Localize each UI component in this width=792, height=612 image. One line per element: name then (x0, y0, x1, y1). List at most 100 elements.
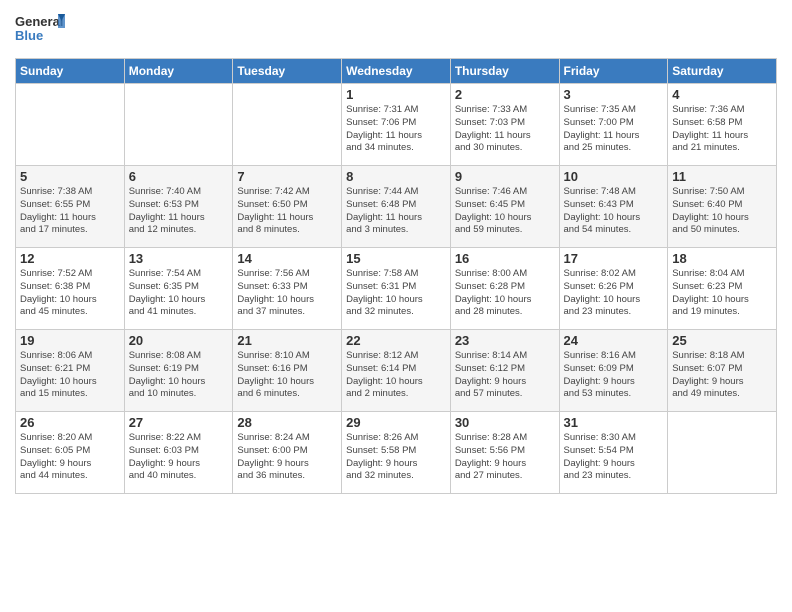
day-number: 18 (672, 251, 772, 266)
day-info: Sunrise: 8:10 AM Sunset: 6:16 PM Dayligh… (237, 350, 337, 401)
calendar-cell: 9 Sunrise: 7:46 AM Sunset: 6:45 PM Daylig… (450, 166, 559, 248)
logo: General Blue (15, 10, 65, 50)
day-info: Sunrise: 7:31 AM Sunset: 7:06 PM Dayligh… (346, 104, 446, 155)
day-number: 5 (20, 169, 120, 184)
day-number: 17 (564, 251, 664, 266)
calendar-cell: 8 Sunrise: 7:44 AM Sunset: 6:48 PM Daylig… (342, 166, 451, 248)
svg-text:General: General (15, 14, 63, 29)
day-info: Sunrise: 7:35 AM Sunset: 7:00 PM Dayligh… (564, 104, 664, 155)
calendar-cell: 22 Sunrise: 8:12 AM Sunset: 6:14 PM Dayli… (342, 330, 451, 412)
calendar-cell: 23 Sunrise: 8:14 AM Sunset: 6:12 PM Dayli… (450, 330, 559, 412)
calendar-cell: 7Sunrise: 7:42 AM Sunset: 6:50 PM Daylig… (233, 166, 342, 248)
weekday-header-saturday: Saturday (668, 59, 777, 84)
day-info: Sunrise: 7:44 AM Sunset: 6:48 PM Dayligh… (346, 186, 446, 237)
weekday-header-thursday: Thursday (450, 59, 559, 84)
day-info: Sunrise: 8:26 AM Sunset: 5:58 PM Dayligh… (346, 432, 446, 483)
day-number: 31 (564, 415, 664, 430)
calendar-cell: 16 Sunrise: 8:00 AM Sunset: 6:28 PM Dayli… (450, 248, 559, 330)
calendar-cell: 28 Sunrise: 8:24 AM Sunset: 6:00 PM Dayli… (233, 412, 342, 494)
day-number: 13 (129, 251, 229, 266)
day-number: 14 (237, 251, 337, 266)
calendar-cell: 24Sunrise: 8:16 AM Sunset: 6:09 PM Dayli… (559, 330, 668, 412)
day-number: 8 (346, 169, 446, 184)
day-number: 23 (455, 333, 555, 348)
calendar-cell: 15Sunrise: 7:58 AM Sunset: 6:31 PM Dayli… (342, 248, 451, 330)
logo-svg: General Blue (15, 10, 65, 50)
calendar-week-3: 12 Sunrise: 7:52 AM Sunset: 6:38 PM Dayli… (16, 248, 777, 330)
calendar-cell: 2 Sunrise: 7:33 AM Sunset: 7:03 PM Daylig… (450, 84, 559, 166)
calendar-cell: 13 Sunrise: 7:54 AM Sunset: 6:35 PM Dayli… (124, 248, 233, 330)
calendar-cell: 3 Sunrise: 7:35 AM Sunset: 7:00 PM Daylig… (559, 84, 668, 166)
day-number: 6 (129, 169, 229, 184)
day-info: Sunrise: 7:42 AM Sunset: 6:50 PM Dayligh… (237, 186, 337, 237)
calendar-cell: 18 Sunrise: 8:04 AM Sunset: 6:23 PM Dayli… (668, 248, 777, 330)
day-info: Sunrise: 7:36 AM Sunset: 6:58 PM Dayligh… (672, 104, 772, 155)
day-number: 16 (455, 251, 555, 266)
calendar-cell: 11 Sunrise: 7:50 AM Sunset: 6:40 PM Dayli… (668, 166, 777, 248)
calendar-cell: 29 Sunrise: 8:26 AM Sunset: 5:58 PM Dayli… (342, 412, 451, 494)
day-number: 19 (20, 333, 120, 348)
day-info: Sunrise: 8:12 AM Sunset: 6:14 PM Dayligh… (346, 350, 446, 401)
day-number: 28 (237, 415, 337, 430)
header: General Blue (15, 10, 777, 50)
day-number: 25 (672, 333, 772, 348)
calendar-cell: 19Sunrise: 8:06 AM Sunset: 6:21 PM Dayli… (16, 330, 125, 412)
day-number: 9 (455, 169, 555, 184)
calendar-cell: 27 Sunrise: 8:22 AM Sunset: 6:03 PM Dayli… (124, 412, 233, 494)
calendar-cell: 31 Sunrise: 8:30 AM Sunset: 5:54 PM Dayli… (559, 412, 668, 494)
calendar-cell: 26 Sunrise: 8:20 AM Sunset: 6:05 PM Dayli… (16, 412, 125, 494)
day-number: 21 (237, 333, 337, 348)
calendar-week-5: 26 Sunrise: 8:20 AM Sunset: 6:05 PM Dayli… (16, 412, 777, 494)
day-info: Sunrise: 7:56 AM Sunset: 6:33 PM Dayligh… (237, 268, 337, 319)
day-info: Sunrise: 8:00 AM Sunset: 6:28 PM Dayligh… (455, 268, 555, 319)
day-number: 20 (129, 333, 229, 348)
day-number: 22 (346, 333, 446, 348)
calendar-cell: 4Sunrise: 7:36 AM Sunset: 6:58 PM Daylig… (668, 84, 777, 166)
day-number: 11 (672, 169, 772, 184)
day-info: Sunrise: 8:04 AM Sunset: 6:23 PM Dayligh… (672, 268, 772, 319)
day-number: 29 (346, 415, 446, 430)
day-number: 27 (129, 415, 229, 430)
calendar-cell: 5 Sunrise: 7:38 AM Sunset: 6:55 PM Daylig… (16, 166, 125, 248)
weekday-header-friday: Friday (559, 59, 668, 84)
calendar-week-4: 19Sunrise: 8:06 AM Sunset: 6:21 PM Dayli… (16, 330, 777, 412)
weekday-header-wednesday: Wednesday (342, 59, 451, 84)
day-info: Sunrise: 7:46 AM Sunset: 6:45 PM Dayligh… (455, 186, 555, 237)
calendar-cell: 20 Sunrise: 8:08 AM Sunset: 6:19 PM Dayli… (124, 330, 233, 412)
calendar-cell: 1Sunrise: 7:31 AM Sunset: 7:06 PM Daylig… (342, 84, 451, 166)
day-info: Sunrise: 8:18 AM Sunset: 6:07 PM Dayligh… (672, 350, 772, 401)
day-info: Sunrise: 7:33 AM Sunset: 7:03 PM Dayligh… (455, 104, 555, 155)
calendar-cell (124, 84, 233, 166)
day-info: Sunrise: 8:02 AM Sunset: 6:26 PM Dayligh… (564, 268, 664, 319)
calendar-cell: 25 Sunrise: 8:18 AM Sunset: 6:07 PM Dayli… (668, 330, 777, 412)
weekday-header-tuesday: Tuesday (233, 59, 342, 84)
page-container: General Blue SundayMondayTuesdayWednesda… (0, 0, 792, 499)
calendar-cell: 30Sunrise: 8:28 AM Sunset: 5:56 PM Dayli… (450, 412, 559, 494)
calendar-cell: 17 Sunrise: 8:02 AM Sunset: 6:26 PM Dayli… (559, 248, 668, 330)
day-info: Sunrise: 7:40 AM Sunset: 6:53 PM Dayligh… (129, 186, 229, 237)
day-info: Sunrise: 7:54 AM Sunset: 6:35 PM Dayligh… (129, 268, 229, 319)
day-number: 15 (346, 251, 446, 266)
day-info: Sunrise: 8:30 AM Sunset: 5:54 PM Dayligh… (564, 432, 664, 483)
day-info: Sunrise: 8:24 AM Sunset: 6:00 PM Dayligh… (237, 432, 337, 483)
calendar-cell (233, 84, 342, 166)
calendar-week-1: 1Sunrise: 7:31 AM Sunset: 7:06 PM Daylig… (16, 84, 777, 166)
day-number: 24 (564, 333, 664, 348)
calendar-week-2: 5 Sunrise: 7:38 AM Sunset: 6:55 PM Daylig… (16, 166, 777, 248)
day-info: Sunrise: 8:20 AM Sunset: 6:05 PM Dayligh… (20, 432, 120, 483)
day-number: 3 (564, 87, 664, 102)
day-info: Sunrise: 7:52 AM Sunset: 6:38 PM Dayligh… (20, 268, 120, 319)
calendar-header: SundayMondayTuesdayWednesdayThursdayFrid… (16, 59, 777, 84)
day-info: Sunrise: 8:08 AM Sunset: 6:19 PM Dayligh… (129, 350, 229, 401)
weekday-header-monday: Monday (124, 59, 233, 84)
day-number: 2 (455, 87, 555, 102)
day-number: 30 (455, 415, 555, 430)
day-info: Sunrise: 7:38 AM Sunset: 6:55 PM Dayligh… (20, 186, 120, 237)
day-info: Sunrise: 8:14 AM Sunset: 6:12 PM Dayligh… (455, 350, 555, 401)
day-number: 12 (20, 251, 120, 266)
svg-text:Blue: Blue (15, 28, 43, 43)
day-info: Sunrise: 8:22 AM Sunset: 6:03 PM Dayligh… (129, 432, 229, 483)
calendar-cell (668, 412, 777, 494)
day-number: 26 (20, 415, 120, 430)
day-info: Sunrise: 7:50 AM Sunset: 6:40 PM Dayligh… (672, 186, 772, 237)
